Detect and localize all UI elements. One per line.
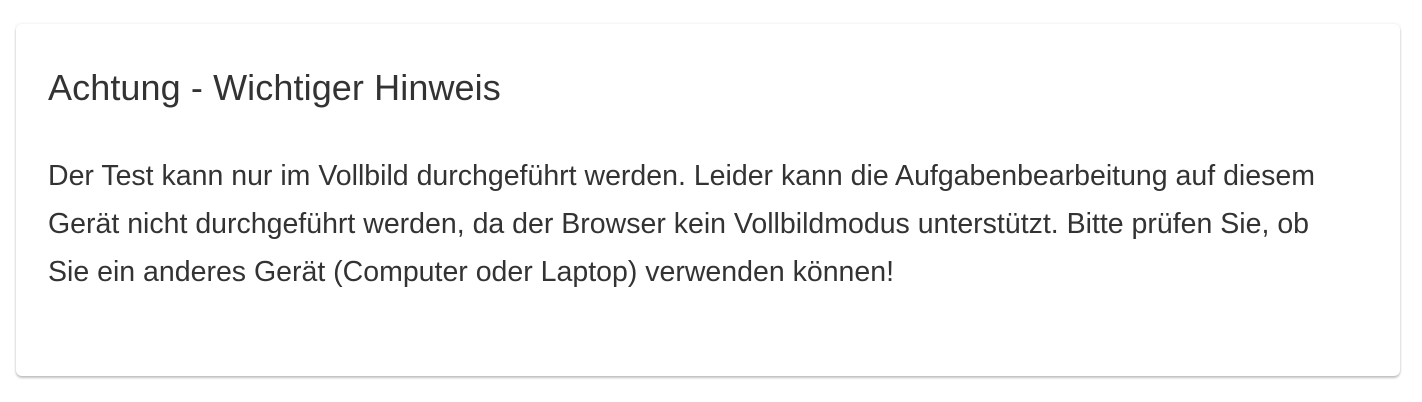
notice-body: Der Test kann nur im Vollbild durchgefüh… (48, 160, 1315, 288)
notice-title: Achtung - Wichtiger Hinweis (48, 67, 501, 108)
notice-card: Achtung - Wichtiger Hinweis Der Test kan… (16, 24, 1400, 376)
